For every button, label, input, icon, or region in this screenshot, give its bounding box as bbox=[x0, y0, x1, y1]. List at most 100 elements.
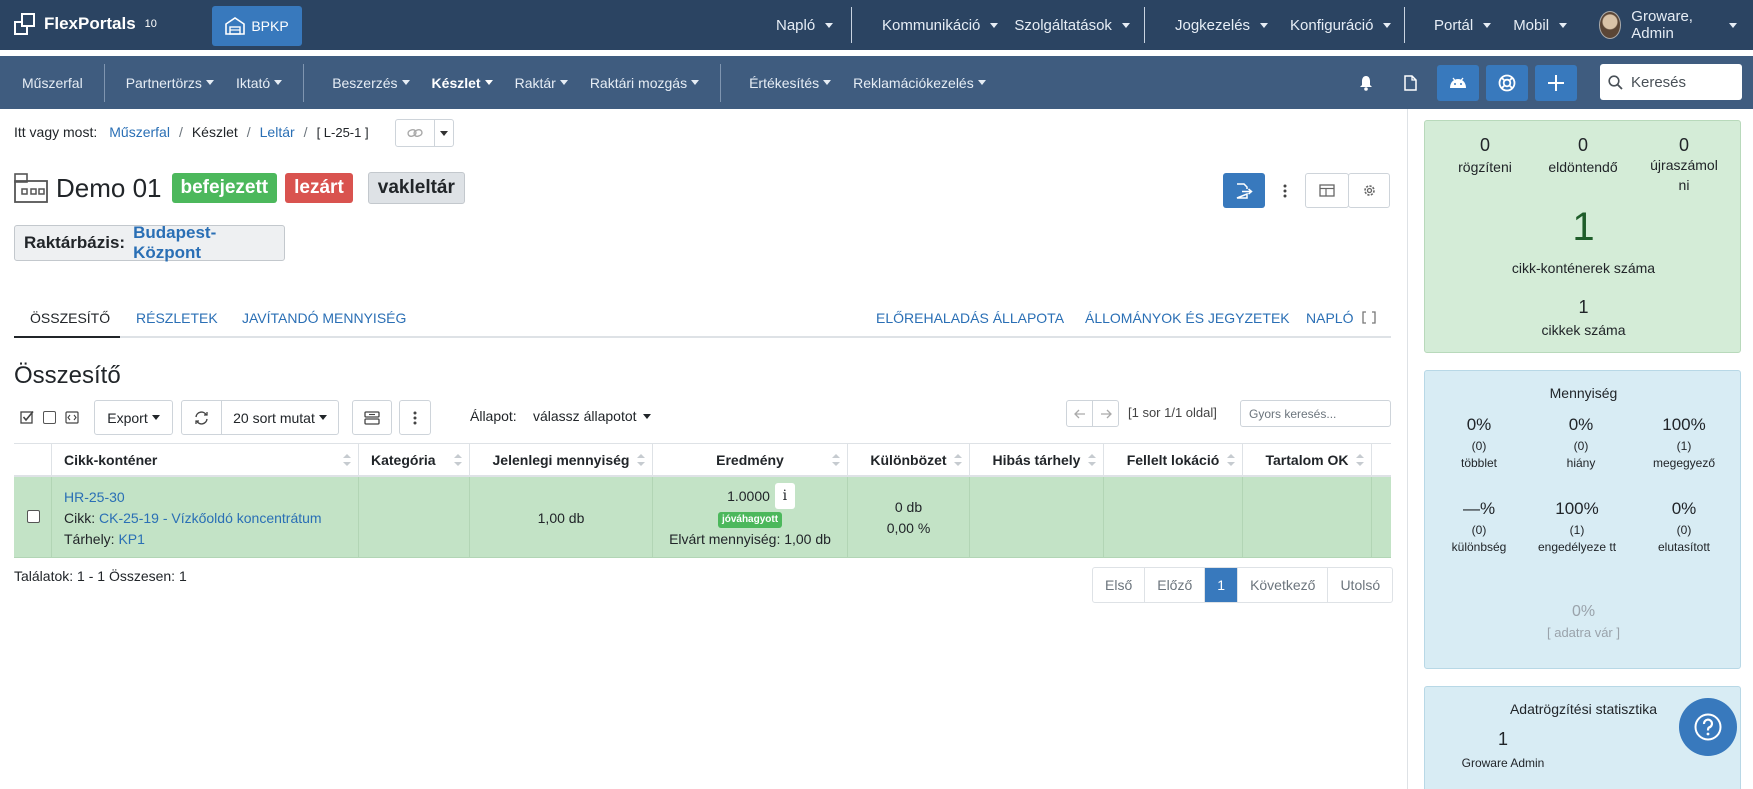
topnav-mobil[interactable]: Mobil bbox=[1507, 17, 1583, 34]
topnav-portal[interactable]: Portál bbox=[1418, 17, 1507, 34]
topnav-jogkezeles[interactable]: Jogkezelés bbox=[1159, 17, 1284, 34]
tab-reszletek[interactable]: RÉSZLETEK bbox=[136, 310, 218, 326]
tab-naplo[interactable]: NAPLÓ bbox=[1306, 310, 1353, 326]
column-header[interactable]: Cikk-konténer bbox=[52, 444, 359, 476]
prev-page-arrow[interactable] bbox=[1066, 400, 1093, 427]
link-dropdown-toggle[interactable] bbox=[435, 120, 453, 146]
sort-icon bbox=[1356, 454, 1364, 466]
global-search[interactable]: Keresés bbox=[1600, 64, 1742, 100]
table-row[interactable]: HR-25-30 Cikk: CK-25-19 - Vízkőoldó konc… bbox=[14, 477, 1391, 558]
subnav-partnertorzs[interactable]: Partnertörzs bbox=[115, 75, 225, 91]
user-menu[interactable]: Groware, Admin bbox=[1583, 8, 1753, 42]
invert-selection-icon[interactable] bbox=[65, 410, 79, 424]
subnav-reklamaciokezeles[interactable]: Reklamációkezelés bbox=[842, 75, 997, 91]
expand-icon[interactable] bbox=[1362, 311, 1376, 327]
uncheck-all-icon[interactable] bbox=[43, 410, 56, 424]
refresh-button[interactable] bbox=[181, 400, 222, 435]
table-more-button[interactable] bbox=[399, 400, 431, 435]
topnav-konfiguracio[interactable]: Konfiguráció bbox=[1284, 17, 1407, 34]
add-button[interactable] bbox=[1535, 65, 1577, 101]
column-layout-button[interactable] bbox=[352, 400, 392, 435]
column-header[interactable]: Különbözet bbox=[848, 444, 970, 476]
column-header[interactable]: Kategória bbox=[359, 444, 470, 476]
location-link[interactable]: KP1 bbox=[118, 531, 144, 547]
quantity-difference: —% (0) különbség bbox=[1451, 499, 1507, 554]
page-size-dropdown[interactable]: 20 sort mutat bbox=[221, 400, 339, 435]
stat-items: 1 cikkek száma bbox=[1541, 297, 1626, 338]
more-actions-button[interactable] bbox=[1274, 173, 1296, 208]
support-button[interactable] bbox=[1486, 65, 1528, 101]
topnav-szolgaltatasok[interactable]: Szolgáltatások bbox=[1014, 17, 1146, 34]
page-last[interactable]: Utolsó bbox=[1328, 568, 1392, 602]
subnav-ertekesites[interactable]: Értékesítés bbox=[731, 75, 842, 91]
copy-link-button[interactable] bbox=[396, 120, 436, 146]
breadcrumb-link-muszerfal[interactable]: Műszerfal bbox=[109, 124, 170, 140]
row-checkbox[interactable] bbox=[27, 510, 40, 523]
approved-badge: jóváhagyott bbox=[717, 512, 783, 528]
item-link[interactable]: CK-25-19 - Vízkőoldó koncentrátum bbox=[99, 510, 322, 526]
app-logo[interactable]: FlexPortals 10 bbox=[14, 13, 157, 35]
android-icon bbox=[1450, 77, 1466, 88]
topnav-divider bbox=[851, 7, 852, 43]
check-all-icon[interactable] bbox=[20, 410, 34, 424]
tab-allomanyok[interactable]: ÁLLOMÁNYOK ÉS JEGYZETEK bbox=[1085, 310, 1290, 326]
sort-icon bbox=[637, 454, 645, 466]
selection-controls bbox=[20, 410, 79, 424]
breadcrumb: Itt vagy most: Műszerfal / Készlet / Lel… bbox=[14, 124, 369, 140]
column-header[interactable]: Hibás tárhely bbox=[970, 444, 1104, 476]
container-link[interactable]: HR-25-30 bbox=[64, 489, 125, 505]
search-input[interactable]: Keresés bbox=[1631, 74, 1686, 91]
export-record-button[interactable] bbox=[1223, 173, 1265, 208]
results-summary: Találatok: 1 - 1 Összesen: 1 bbox=[14, 568, 187, 584]
tab-elorehaladas[interactable]: ELŐREHALADÁS ÁLLAPOTA bbox=[876, 310, 1064, 326]
quick-search-input[interactable]: Gyors keresés... bbox=[1240, 400, 1391, 427]
layout-button[interactable] bbox=[1305, 173, 1349, 208]
page-prev[interactable]: Előző bbox=[1145, 568, 1206, 602]
subnav-muszerfal[interactable]: Műszerfal bbox=[11, 75, 94, 91]
warehouse-base-link[interactable]: Budapest-Központ bbox=[133, 223, 284, 263]
topnav-kommunikacio[interactable]: Kommunikáció bbox=[866, 17, 1014, 34]
lifebuoy-icon bbox=[1498, 74, 1516, 92]
subnav-beszerzes[interactable]: Beszerzés bbox=[314, 75, 420, 91]
next-page-arrow[interactable] bbox=[1092, 400, 1119, 427]
android-button[interactable] bbox=[1437, 65, 1479, 101]
export-dropdown[interactable]: Export bbox=[94, 400, 173, 435]
subnav-divider bbox=[303, 63, 305, 102]
column-header[interactable]: Jelenlegi mennyiség bbox=[470, 444, 653, 476]
column-header[interactable]: Tartalom OK bbox=[1243, 444, 1372, 476]
tab-osszesito[interactable]: ÖSSZESÍTŐ bbox=[30, 310, 110, 326]
subnav-keszlet[interactable]: Készlet bbox=[421, 75, 504, 91]
bell-icon bbox=[1360, 76, 1372, 91]
refresh-icon bbox=[195, 410, 208, 425]
plus-icon bbox=[1548, 75, 1564, 91]
notifications-button[interactable] bbox=[1346, 66, 1386, 100]
chevron-down-icon bbox=[1260, 22, 1269, 28]
logo-icon bbox=[14, 13, 36, 35]
page-first[interactable]: Első bbox=[1093, 568, 1146, 602]
difference-cell: 0 db 0,00 % bbox=[848, 477, 970, 558]
column-header[interactable]: Fellelt lokáció bbox=[1104, 444, 1243, 476]
quantity-matching: 100% (1) megegyező bbox=[1652, 415, 1716, 470]
record-header: Demo 01 befejezett lezárt vakleltár bbox=[14, 172, 465, 204]
column-header[interactable]: Eredmény bbox=[653, 444, 848, 476]
warehouse-base-label: Raktárbázis: bbox=[24, 233, 126, 252]
tab-javitando-mennyiseg[interactable]: JAVÍTANDÓ MENNYISÉG bbox=[242, 310, 406, 326]
topnav-naplo[interactable]: Napló bbox=[760, 17, 849, 34]
documents-button[interactable] bbox=[1390, 66, 1430, 100]
inventory-icon bbox=[14, 173, 48, 203]
info-button[interactable]: i bbox=[774, 483, 795, 509]
settings-button[interactable] bbox=[1348, 173, 1390, 208]
site-button[interactable]: BPKP bbox=[212, 6, 302, 46]
help-button[interactable] bbox=[1679, 698, 1737, 756]
expected-qty: Elvárt mennyiség: 1,00 db bbox=[669, 531, 831, 547]
subnav-raktar[interactable]: Raktár bbox=[504, 75, 579, 91]
status-filter-dropdown[interactable]: válassz állapotot bbox=[533, 408, 651, 424]
stat-recount: 0 újraszámol ni bbox=[1650, 135, 1718, 193]
layout-icon bbox=[1319, 184, 1335, 197]
subnav-raktari-mozgas[interactable]: Raktári mozgás bbox=[579, 75, 710, 91]
chevron-down-icon bbox=[823, 80, 832, 85]
breadcrumb-link-leltar[interactable]: Leltár bbox=[260, 124, 295, 140]
page-next[interactable]: Következő bbox=[1238, 568, 1329, 602]
subnav-iktato[interactable]: Iktató bbox=[225, 75, 293, 91]
page-current[interactable]: 1 bbox=[1205, 568, 1239, 602]
